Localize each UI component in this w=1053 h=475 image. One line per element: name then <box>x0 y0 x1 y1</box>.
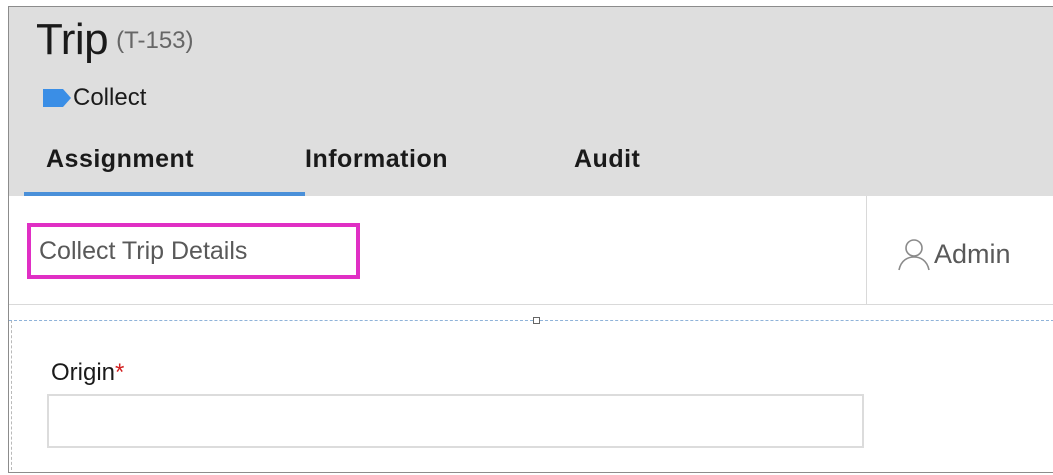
origin-input[interactable] <box>47 394 864 448</box>
tab-bar: Assignment Information Audit <box>24 135 694 196</box>
stage-tag-icon <box>43 89 71 107</box>
form-area: Origin* <box>9 317 1053 472</box>
tab-audit[interactable]: Audit <box>574 135 694 196</box>
stage-label: Collect <box>73 84 147 111</box>
origin-label-text: Origin <box>51 359 116 386</box>
step-title-highlight: Collect Trip Details <box>27 223 360 279</box>
title-row: Trip (T-153) <box>36 15 194 65</box>
trip-id: (T-153) <box>116 27 194 54</box>
step-title: Collect Trip Details <box>39 237 248 265</box>
header: Trip (T-153) Collect Assignment Informati… <box>9 7 1053 196</box>
resize-handle[interactable] <box>533 317 540 324</box>
user-icon <box>898 239 930 271</box>
assignee[interactable]: Admin <box>896 236 1011 272</box>
divider <box>866 196 867 305</box>
stage-indicator: Collect <box>41 83 146 113</box>
required-marker: * <box>115 359 125 386</box>
trip-form-window: Trip (T-153) Collect Assignment Informati… <box>8 6 1053 473</box>
origin-label: Origin* <box>51 359 124 387</box>
assignee-label: Admin <box>934 238 1011 269</box>
tab-assignment[interactable]: Assignment <box>24 135 305 196</box>
assignment-panel-header: Collect Trip Details Admin <box>9 196 1053 305</box>
tab-information[interactable]: Information <box>305 135 574 196</box>
page-title: Trip <box>36 15 109 64</box>
